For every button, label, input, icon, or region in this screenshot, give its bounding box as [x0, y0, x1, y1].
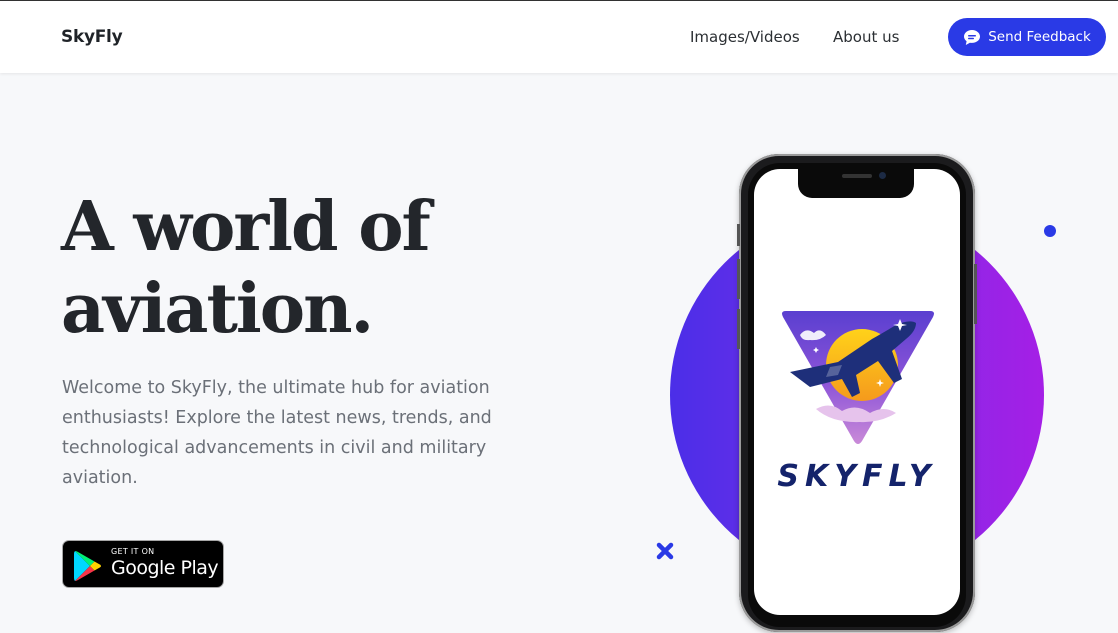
nav-link-images-videos[interactable]: Images/Videos [690, 28, 800, 46]
hero-title-line-2: aviation. [61, 269, 374, 349]
google-play-small-text: GET IT ON [111, 547, 155, 556]
decorative-dot [1044, 225, 1056, 237]
hero-title-line-1: A world of [61, 187, 431, 267]
phone-side-button [974, 264, 977, 324]
send-feedback-button[interactable]: Send Feedback [948, 18, 1106, 56]
send-feedback-label: Send Feedback [988, 29, 1091, 45]
hero-title: A world of aviation. [61, 186, 581, 350]
phone-side-button [737, 259, 740, 299]
app-logo-text: SKYFLY [777, 459, 937, 494]
nav-link-about-us[interactable]: About us [833, 28, 899, 46]
phone-screen: SKYFLY [754, 169, 960, 615]
phone-mockup: SKYFLY [737, 154, 977, 632]
phone-notch [798, 168, 914, 198]
phone-side-button [737, 224, 740, 246]
navbar: SkyFly Images/Videos About us Send Feedb… [0, 1, 1118, 73]
phone-side-button [737, 309, 740, 349]
google-play-badge[interactable]: GET IT ON Google Play [62, 540, 224, 588]
google-play-icon [74, 550, 101, 582]
hero-description: Welcome to SkyFly, the ultimate hub for … [62, 378, 492, 488]
chat-bubble-icon [964, 29, 981, 45]
google-play-large-text: Google Play [111, 557, 219, 579]
skyfly-app-logo [782, 311, 934, 444]
brand-logo[interactable]: SkyFly [61, 27, 123, 47]
decorative-cross-icon [656, 542, 674, 560]
phone-camera-icon [879, 172, 886, 179]
phone-speaker [842, 174, 872, 178]
